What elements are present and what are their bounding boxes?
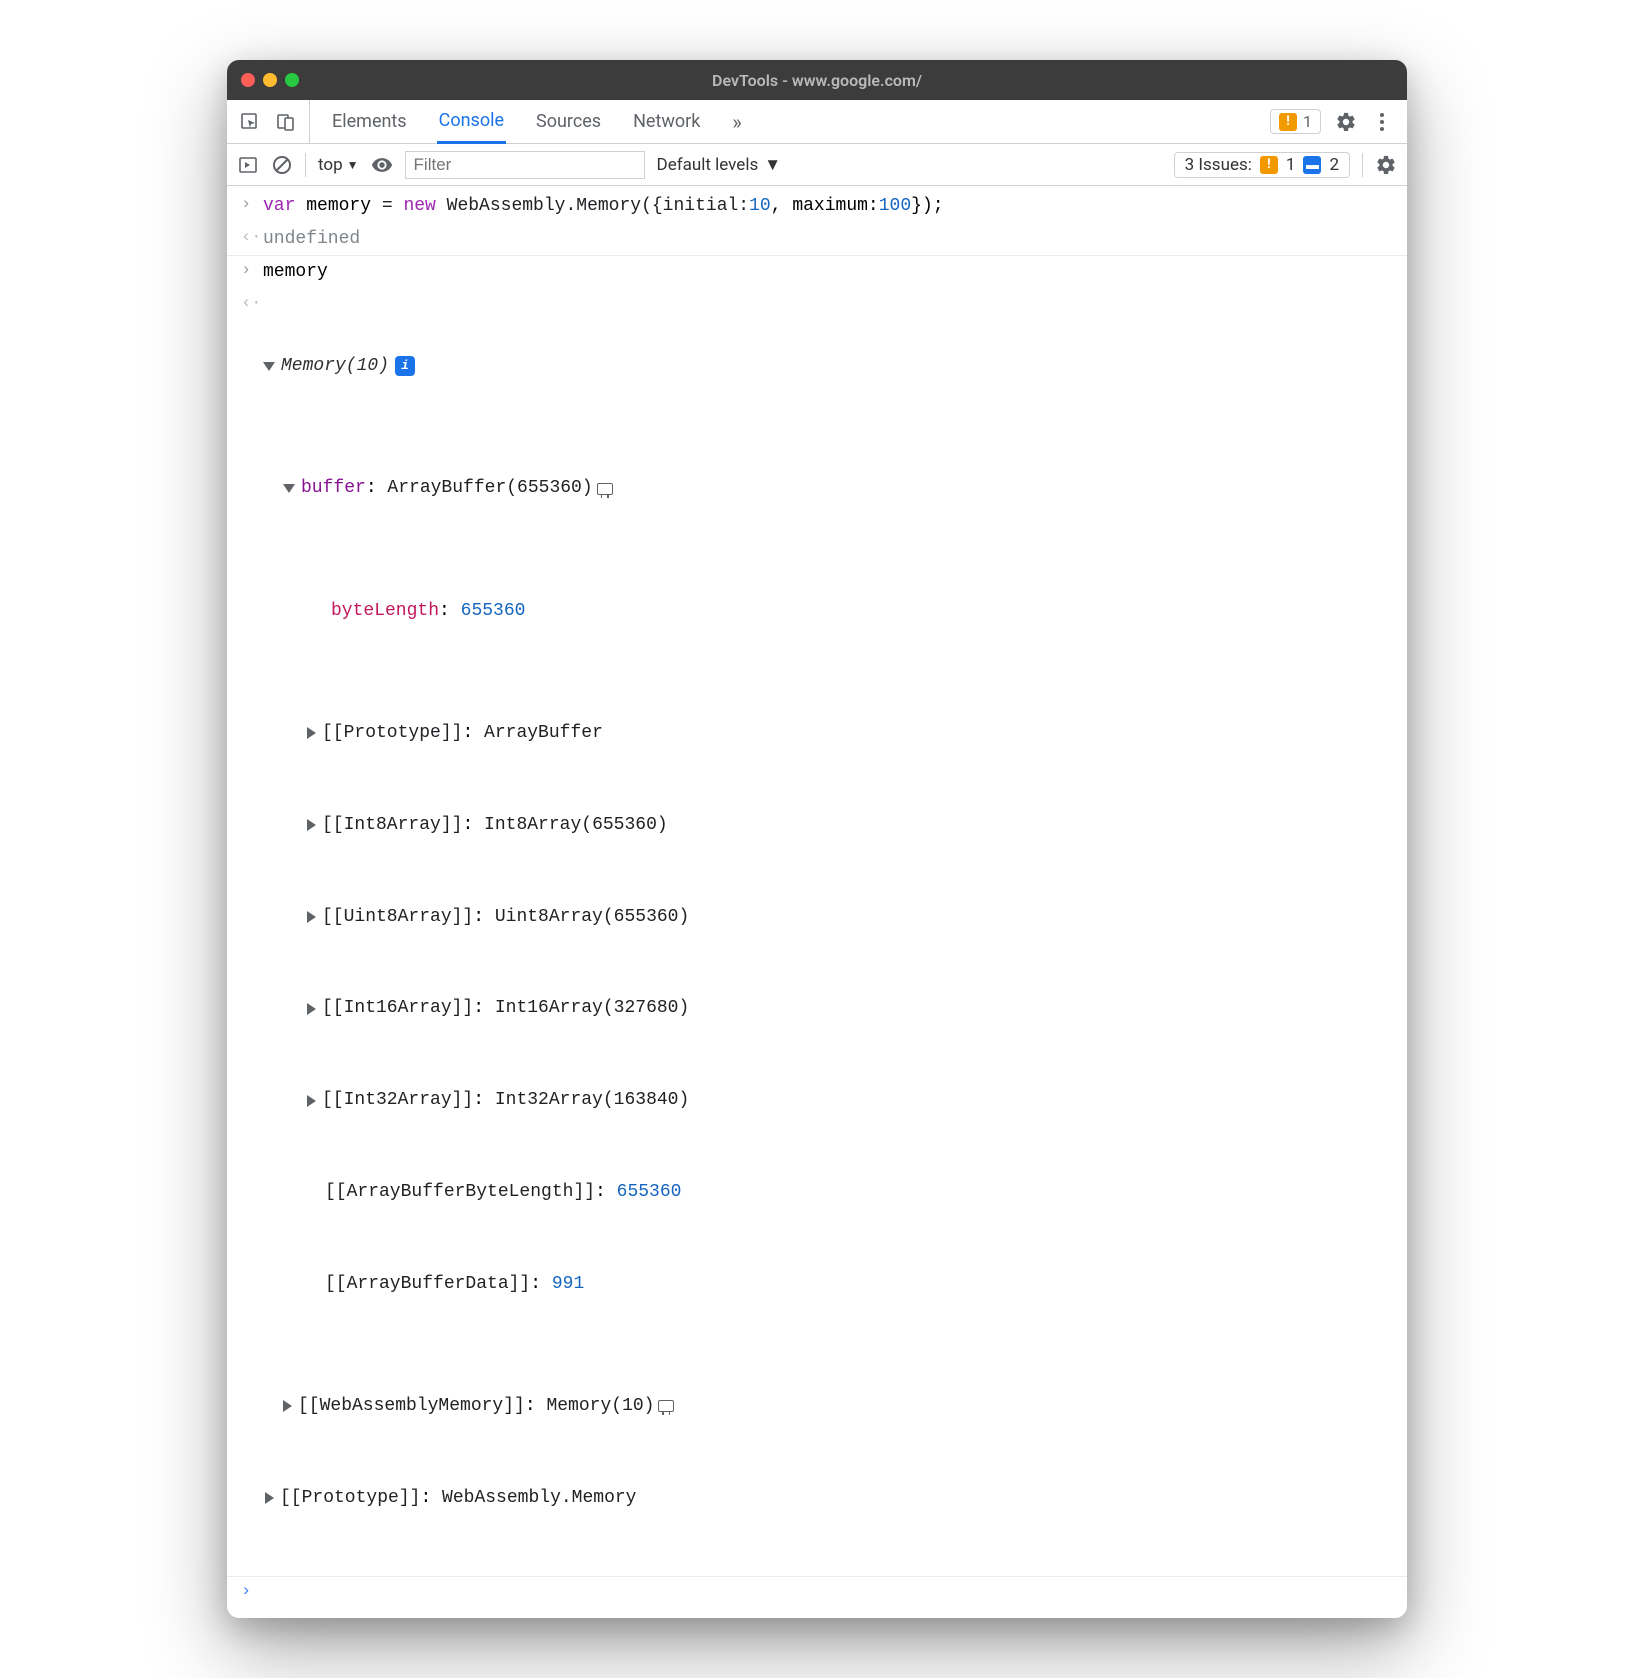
object-property: [[ArrayBufferData]]: 991 xyxy=(263,1269,1393,1300)
console-settings-icon[interactable] xyxy=(1375,154,1397,176)
property-key: [[Int8Array]] xyxy=(322,810,462,841)
console-output: › var memory = new WebAssembly.Memory({i… xyxy=(227,186,1407,1618)
close-button[interactable] xyxy=(241,73,255,87)
expand-toggle-icon[interactable] xyxy=(307,727,316,739)
property-key: [[Prototype]] xyxy=(280,1483,420,1514)
property-value: Memory(10) xyxy=(546,1391,654,1422)
maximize-button[interactable] xyxy=(285,73,299,87)
object-property: byteLength: 655360 xyxy=(263,596,1393,627)
property-key: [[ArrayBufferByteLength]] xyxy=(325,1177,595,1208)
devtools-window: DevTools - www.google.com/ Elements Cons… xyxy=(227,60,1407,1618)
issues-label: 3 Issues: xyxy=(1185,155,1252,175)
levels-label: Default levels xyxy=(657,155,759,175)
info-icon: ▬ xyxy=(1303,156,1321,174)
window-title: DevTools - www.google.com/ xyxy=(227,71,1407,90)
property-value: Int16Array(327680) xyxy=(495,993,689,1024)
input-marker: › xyxy=(241,257,263,288)
tabbar: Elements Console Sources Network » ! 1 xyxy=(227,100,1407,144)
property-value: WebAssembly.Memory xyxy=(442,1483,636,1514)
object-property: [[ArrayBufferByteLength]]: 655360 xyxy=(263,1177,1393,1208)
chevron-down-icon: ▼ xyxy=(347,158,359,172)
expand-toggle-icon[interactable] xyxy=(307,819,316,831)
object-property[interactable]: [[Prototype]]: ArrayBuffer xyxy=(263,718,1393,749)
object-property[interactable]: [[Int16Array]]: Int16Array(327680) xyxy=(263,993,1393,1024)
object-property[interactable]: [[Int32Array]]: Int32Array(163840) xyxy=(263,1085,1393,1116)
console-input-row: › memory xyxy=(227,255,1407,289)
expand-toggle-icon[interactable] xyxy=(283,1400,292,1412)
context-selector[interactable]: top ▼ xyxy=(318,155,359,175)
log-levels-selector[interactable]: Default levels ▼ xyxy=(657,155,782,175)
return-value: undefined xyxy=(263,224,1393,255)
console-prompt[interactable]: › xyxy=(227,1576,1407,1608)
property-value: 655360 xyxy=(617,1177,682,1208)
chevron-down-icon: ▼ xyxy=(764,155,781,175)
traffic-lights xyxy=(241,73,299,87)
code-line[interactable]: memory xyxy=(263,257,1393,288)
settings-icon[interactable] xyxy=(1335,111,1357,133)
console-toolbar: top ▼ Default levels ▼ 3 Issues: ! 1 ▬ 2 xyxy=(227,144,1407,186)
code-line[interactable]: var memory = new WebAssembly.Memory({ini… xyxy=(263,191,1393,222)
expand-toggle-icon[interactable] xyxy=(307,1003,316,1015)
tabs-overflow[interactable]: » xyxy=(730,100,743,143)
expand-toggle-icon[interactable] xyxy=(307,1095,316,1107)
object-property[interactable]: [[Uint8Array]]: Uint8Array(655360) xyxy=(263,902,1393,933)
warning-icon: ! xyxy=(1260,156,1278,174)
tab-console[interactable]: Console xyxy=(437,101,506,144)
clear-console-icon[interactable] xyxy=(271,154,293,176)
property-key: [[Int16Array]] xyxy=(322,993,473,1024)
warnings-badge[interactable]: ! 1 xyxy=(1270,109,1321,134)
property-value: 655360 xyxy=(461,596,526,627)
property-key: [[Uint8Array]] xyxy=(322,902,473,933)
warning-icon: ! xyxy=(1279,113,1297,131)
property-value: Uint8Array(655360) xyxy=(495,902,689,933)
object-property[interactable]: [[Int8Array]]: Int8Array(655360) xyxy=(263,810,1393,841)
titlebar: DevTools - www.google.com/ xyxy=(227,60,1407,100)
warning-count: 1 xyxy=(1303,112,1312,131)
property-key: [[WebAssemblyMemory]] xyxy=(298,1391,525,1422)
property-value: Int8Array(655360) xyxy=(484,810,668,841)
property-value: 991 xyxy=(552,1269,584,1300)
issues-button[interactable]: 3 Issues: ! 1 ▬ 2 xyxy=(1174,152,1350,178)
memory-inspector-icon[interactable] xyxy=(597,483,613,495)
prompt-marker: › xyxy=(241,1578,263,1607)
property-key: [[ArrayBufferData]] xyxy=(325,1269,530,1300)
issues-warn-count: 1 xyxy=(1286,155,1296,175)
tab-sources[interactable]: Sources xyxy=(534,100,603,143)
issues-info-count: 2 xyxy=(1329,155,1339,175)
expand-toggle-icon[interactable] xyxy=(265,1492,274,1504)
info-icon[interactable]: i xyxy=(395,356,415,376)
property-key: [[Int32Array]] xyxy=(322,1085,473,1116)
object-property[interactable]: buffer: ArrayBuffer(655360) xyxy=(263,473,1393,504)
expand-toggle-icon[interactable] xyxy=(263,362,275,371)
console-return-row: ‹· undefined xyxy=(227,223,1407,256)
kebab-menu-icon[interactable] xyxy=(1371,111,1393,133)
property-value: ArrayBuffer(655360) xyxy=(387,473,592,504)
property-value: Int32Array(163840) xyxy=(495,1085,689,1116)
console-input-row: › var memory = new WebAssembly.Memory({i… xyxy=(227,190,1407,223)
tab-network[interactable]: Network xyxy=(631,100,702,143)
property-key: buffer xyxy=(301,473,366,504)
object-property[interactable]: [[WebAssemblyMemory]]: Memory(10) xyxy=(263,1391,1393,1422)
return-marker: ‹· xyxy=(241,290,263,1575)
device-toggle-icon[interactable] xyxy=(275,111,297,133)
console-return-row[interactable]: ‹· Memory(10) i buffer: ArrayBuffer(6553… xyxy=(227,289,1407,1576)
return-marker: ‹· xyxy=(241,224,263,255)
property-key: byteLength xyxy=(331,596,439,627)
context-label: top xyxy=(318,155,343,175)
expand-toggle-icon[interactable] xyxy=(283,484,295,493)
expand-toggle-icon[interactable] xyxy=(307,911,316,923)
property-key: [[Prototype]] xyxy=(322,718,462,749)
input-marker: › xyxy=(241,191,263,222)
memory-inspector-icon[interactable] xyxy=(658,1400,674,1412)
sidebar-toggle-icon[interactable] xyxy=(237,154,259,176)
object-header[interactable]: Memory(10) i xyxy=(263,351,1393,382)
filter-input[interactable] xyxy=(405,151,645,179)
eye-icon[interactable] xyxy=(371,154,393,176)
object-name: Memory(10) xyxy=(281,351,389,382)
object-property[interactable]: [[Prototype]]: WebAssembly.Memory xyxy=(263,1483,1393,1514)
tab-elements[interactable]: Elements xyxy=(330,100,409,143)
inspect-icon[interactable] xyxy=(239,111,261,133)
property-value: ArrayBuffer xyxy=(484,718,603,749)
minimize-button[interactable] xyxy=(263,73,277,87)
